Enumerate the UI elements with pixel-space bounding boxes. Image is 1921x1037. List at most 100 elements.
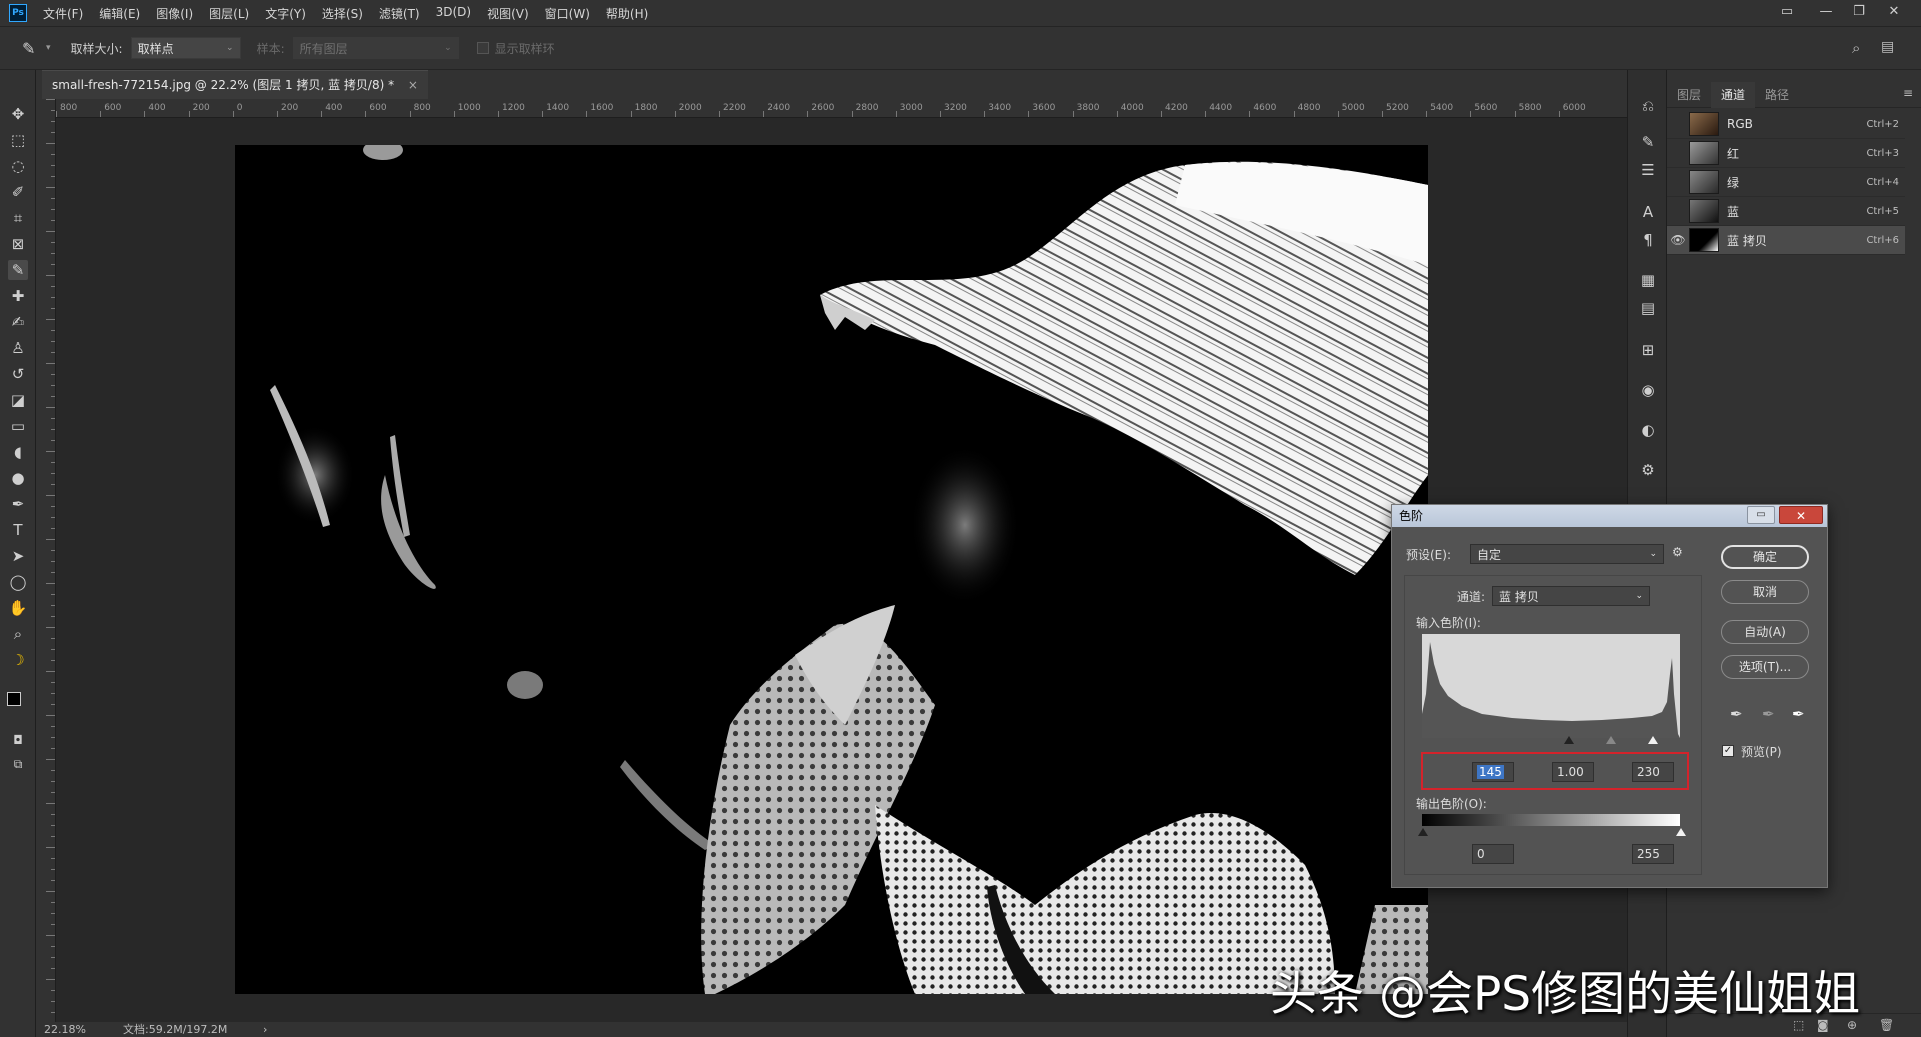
eyedropper-icon[interactable]: ✎ [22, 39, 42, 58]
healing-brush-tool-icon[interactable]: ✚ [8, 286, 28, 306]
libraries-icon[interactable]: ⚙ [1638, 460, 1658, 480]
document-tab[interactable]: small-fresh-772154.jpg @ 22.2% (图层 1 拷贝,… [42, 70, 428, 99]
black-point-eyedropper-icon[interactable]: ✒ [1730, 705, 1743, 723]
brush-tool-icon[interactable]: ✍ [8, 312, 28, 332]
notes-icon[interactable]: ▤ [1638, 298, 1658, 318]
ruler-tick-label: 2400 [767, 103, 791, 113]
menu-item-6[interactable]: 滤镜(T) [379, 5, 420, 22]
history-icon[interactable]: ⎌ [1638, 96, 1658, 116]
frame-tool-icon[interactable]: ⊠ [8, 234, 28, 254]
input-white-field[interactable]: 230 [1632, 762, 1674, 782]
menu-item-9[interactable]: 窗口(W) [545, 5, 590, 22]
panel-tab[interactable]: 通道 [1711, 82, 1756, 108]
input-gamma-field[interactable]: 1.00 [1552, 762, 1594, 782]
quick-mask-icon[interactable]: ◘ [8, 730, 28, 750]
workspace-layout-icon[interactable]: ▤ [1881, 39, 1894, 55]
ok-button[interactable]: 确定 [1721, 545, 1809, 569]
styles-icon[interactable]: ◐ [1638, 420, 1658, 440]
menu-item-8[interactable]: 视图(V) [487, 5, 529, 22]
menu-item-10[interactable]: 帮助(H) [606, 5, 648, 22]
menu-item-7[interactable]: 3D(D) [436, 5, 471, 22]
auto-button[interactable]: 自动(A) [1721, 620, 1809, 644]
character-icon[interactable]: A [1638, 202, 1658, 222]
adjustments-icon[interactable]: ☰ [1638, 160, 1658, 180]
preview-checkbox[interactable]: ✓ [1722, 745, 1734, 757]
foreground-color-swatch[interactable] [7, 692, 21, 706]
history-brush-tool-icon[interactable]: ↺ [8, 364, 28, 384]
paragraph-icon[interactable]: ¶ [1638, 230, 1658, 250]
sample-select[interactable]: 所有图层 ⌄ [292, 37, 459, 59]
path-select-tool-icon[interactable]: ➤ [8, 546, 28, 566]
menu-item-1[interactable]: 编辑(E) [99, 5, 140, 22]
quick-select-tool-icon[interactable]: ✐ [8, 182, 28, 202]
panel-tab[interactable]: 路径 [1755, 82, 1799, 108]
properties-icon[interactable]: ▦ [1638, 270, 1658, 290]
eraser-tool-icon[interactable]: ◪ [8, 390, 28, 410]
panel-tab[interactable]: 图层 [1667, 82, 1711, 108]
minimize-button[interactable]: — [1812, 2, 1840, 22]
search-icon[interactable]: ⌕ [1852, 39, 1860, 57]
status-menu-arrow-icon[interactable]: › [263, 1022, 267, 1037]
menu-item-3[interactable]: 图层(L) [209, 5, 249, 22]
dialog-restore-icon[interactable]: ▭ [1747, 506, 1775, 524]
dialog-titlebar[interactable]: 色阶 ▭ ✕ [1392, 505, 1827, 527]
eyedropper-tool-icon[interactable]: ✎ [8, 260, 28, 280]
menu-item-5[interactable]: 选择(S) [322, 5, 363, 22]
lasso-tool-icon[interactable]: ◌ [8, 156, 28, 176]
preset-select[interactable]: 自定 ⌄ [1470, 544, 1664, 564]
preset-options-gear-icon[interactable]: ⚙ [1672, 545, 1683, 559]
output-black-field[interactable]: 0 [1472, 844, 1514, 864]
gradient-tool-icon[interactable]: ▭ [8, 416, 28, 436]
channel-row[interactable]: RGB Ctrl+2 [1667, 110, 1905, 139]
input-black-slider[interactable] [1564, 736, 1574, 744]
workspace-icon[interactable]: ▭ [1773, 2, 1801, 22]
input-white-slider[interactable] [1648, 736, 1658, 744]
gray-point-eyedropper-icon[interactable]: ✒ [1762, 705, 1775, 723]
white-point-eyedropper-icon[interactable]: ✒ [1792, 705, 1805, 723]
visibility-eye-icon[interactable]: 👁 [1667, 233, 1689, 247]
hand-tool-icon[interactable]: ✋ [8, 598, 28, 618]
pen-tool-icon[interactable]: ✒ [8, 494, 28, 514]
show-ring-checkbox[interactable] [476, 42, 489, 54]
output-white-slider[interactable] [1676, 828, 1686, 836]
screen-mode-icon[interactable]: ⧉ [8, 754, 28, 774]
ruler-tick [542, 111, 544, 117]
dodge-tool-icon[interactable]: ● [8, 468, 28, 488]
channel-row[interactable]: 绿 Ctrl+4 [1667, 168, 1905, 197]
image-canvas[interactable] [235, 145, 1428, 994]
close-tab-icon[interactable]: × [408, 78, 418, 92]
input-gamma-slider[interactable] [1606, 736, 1616, 744]
channel-row[interactable]: 蓝 Ctrl+5 [1667, 197, 1905, 226]
zoom-level[interactable]: 22.18% [44, 1022, 86, 1037]
cancel-button[interactable]: 取消 [1721, 580, 1809, 604]
channel-select[interactable]: 蓝 拷贝 ⌄ [1492, 586, 1650, 606]
move-tool-icon[interactable]: ✥ [8, 104, 28, 124]
dialog-close-button[interactable]: ✕ [1779, 506, 1823, 524]
type-tool-icon[interactable]: T [8, 520, 28, 540]
swatches-icon[interactable]: ◉ [1638, 380, 1658, 400]
output-black-slider[interactable] [1418, 828, 1428, 836]
brush-settings-icon[interactable]: ✎ [1638, 132, 1658, 152]
clone-stamp-tool-icon[interactable]: ♙ [8, 338, 28, 358]
shape-tool-icon[interactable]: ◯ [8, 572, 28, 592]
input-black-field[interactable]: 145 [1472, 762, 1514, 782]
panel-menu-icon[interactable]: ≡ [1903, 86, 1913, 100]
restore-button[interactable]: ❐ [1845, 2, 1873, 22]
channel-row[interactable]: 👁 蓝 拷贝 Ctrl+6 [1667, 226, 1905, 255]
zoom-tool-icon[interactable]: ⌕ [8, 624, 28, 644]
blur-tool-icon[interactable]: ◖ [8, 442, 28, 462]
options-button[interactable]: 选项(T)... [1721, 655, 1809, 679]
menu-item-4[interactable]: 文字(Y) [265, 5, 306, 22]
tool-preset-chevron-icon[interactable]: ▾ [46, 43, 51, 53]
menu-item-0[interactable]: 文件(F) [43, 5, 83, 22]
close-app-button[interactable]: ✕ [1880, 2, 1908, 22]
delete-channel-icon[interactable]: 🗑 [1879, 1018, 1894, 1032]
channel-row[interactable]: 红 Ctrl+3 [1667, 139, 1905, 168]
marquee-tool-icon[interactable]: ⬚ [8, 130, 28, 150]
crop-tool-icon[interactable]: ⌗ [8, 208, 28, 228]
menu-item-2[interactable]: 图像(I) [156, 5, 193, 22]
sample-size-select[interactable]: 取样点 ⌄ [130, 37, 241, 59]
status-bar: 22.18% 文档:59.2M/197.2M › [36, 1022, 1627, 1037]
output-white-field[interactable]: 255 [1632, 844, 1674, 864]
grid-icon[interactable]: ⊞ [1638, 340, 1658, 360]
